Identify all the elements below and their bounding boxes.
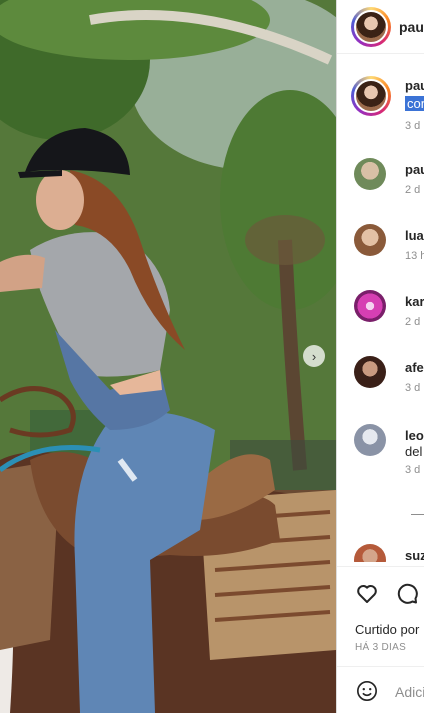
- comment-author[interactable]: afe: [405, 360, 424, 375]
- comments-panel: pau pau con 3 d pau 2 d lua 13 h kar 2 d…: [336, 0, 424, 713]
- comment-text: del: [405, 444, 423, 459]
- comment-author[interactable]: lua: [405, 228, 424, 243]
- post-time[interactable]: HÁ 3 DIAS: [355, 642, 406, 653]
- comment-time[interactable]: 2 d: [405, 184, 420, 196]
- comment-time[interactable]: 2 d: [405, 316, 420, 328]
- post-photo[interactable]: ›: [0, 0, 336, 713]
- post-actions: [337, 566, 424, 626]
- comment-time[interactable]: 3 d: [405, 464, 420, 476]
- comments-list[interactable]: pau con 3 d pau 2 d lua 13 h kar 2 d afe…: [337, 62, 424, 562]
- avatar[interactable]: [351, 76, 391, 116]
- comment-author[interactable]: suz: [405, 548, 424, 562]
- author-username[interactable]: pau: [399, 19, 424, 35]
- comment-author[interactable]: leo: [405, 428, 424, 443]
- comment-time[interactable]: 13 h: [405, 250, 424, 262]
- author-avatar[interactable]: [351, 6, 391, 47]
- post-header: pau: [337, 0, 424, 54]
- avatar[interactable]: [354, 356, 386, 388]
- avatar[interactable]: [354, 158, 386, 190]
- comment-author[interactable]: pau: [405, 78, 424, 93]
- comment-author[interactable]: pau: [405, 162, 424, 177]
- heart-icon[interactable]: [355, 581, 379, 605]
- photo-illustration: [0, 0, 336, 713]
- add-comment-bar: Adici: [337, 666, 424, 713]
- view-replies-line[interactable]: [411, 514, 424, 515]
- likes-summary[interactable]: Curtido por: [355, 622, 419, 637]
- comment-time[interactable]: 3 d: [405, 382, 420, 394]
- avatar[interactable]: [354, 424, 386, 456]
- avatar[interactable]: [354, 544, 386, 562]
- avatar[interactable]: [354, 224, 386, 256]
- add-comment-input[interactable]: Adici: [395, 684, 424, 700]
- carousel-next-button[interactable]: ›: [303, 345, 325, 367]
- avatar[interactable]: [354, 290, 386, 322]
- comment-icon[interactable]: [395, 581, 419, 605]
- emoji-icon[interactable]: [356, 680, 378, 702]
- chevron-right-icon: ›: [311, 348, 317, 364]
- comment-text: con: [405, 96, 424, 111]
- comment-author[interactable]: kar: [405, 294, 424, 309]
- comment-time[interactable]: 3 d: [405, 120, 420, 132]
